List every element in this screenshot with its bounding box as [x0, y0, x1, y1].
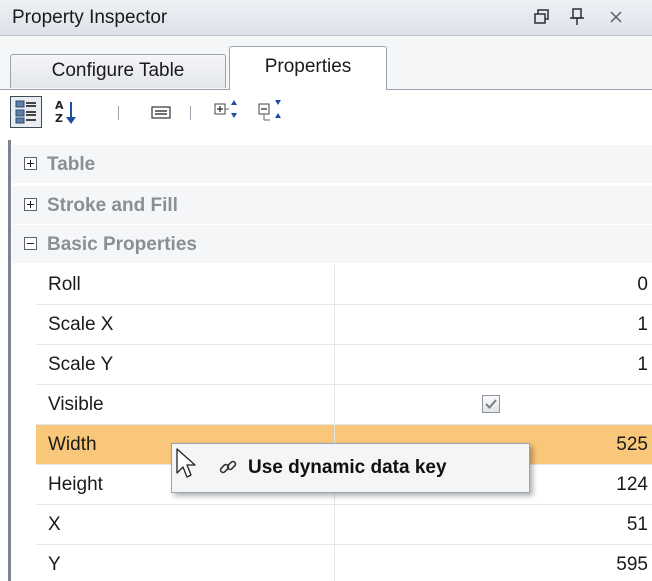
- tab-configure-table[interactable]: Configure Table: [10, 54, 226, 88]
- panel-title: Property Inspector: [12, 7, 168, 28]
- property-row-x[interactable]: X 51: [36, 505, 652, 545]
- column-divider: [334, 505, 335, 545]
- collapse-all-icon[interactable]: [256, 96, 288, 128]
- property-inspector-panel: Property Inspector Configure Table Prope…: [0, 0, 652, 581]
- category-stroke-and-fill[interactable]: Stroke and Fill: [12, 186, 652, 224]
- toolbar: A Z: [0, 90, 652, 134]
- column-divider: [334, 545, 335, 581]
- property-name: X: [48, 514, 61, 535]
- property-row-y[interactable]: Y 595: [36, 545, 652, 581]
- collapse-icon[interactable]: [24, 237, 37, 250]
- property-name: Height: [48, 474, 103, 495]
- mouse-cursor-icon: [175, 447, 199, 483]
- column-divider: [334, 305, 335, 345]
- categorized-view-icon[interactable]: [10, 96, 42, 128]
- pin-icon[interactable]: [564, 4, 590, 30]
- property-row-scale-x[interactable]: Scale X 1: [36, 305, 652, 345]
- column-divider: [334, 265, 335, 305]
- property-value[interactable]: 1: [637, 314, 648, 336]
- property-name: Scale Y: [48, 354, 114, 375]
- property-name: Scale X: [48, 314, 114, 335]
- category-label: Table: [47, 154, 96, 175]
- property-value[interactable]: 595: [616, 554, 648, 576]
- property-row-roll[interactable]: Roll 0: [36, 265, 652, 305]
- toolbar-separator: [190, 106, 191, 120]
- property-value[interactable]: 525: [616, 434, 648, 456]
- category-basic-properties[interactable]: Basic Properties: [12, 225, 652, 263]
- property-value[interactable]: 1: [637, 354, 648, 376]
- property-name: Visible: [48, 394, 104, 415]
- column-divider: [334, 345, 335, 385]
- expand-icon[interactable]: [24, 157, 37, 170]
- property-value[interactable]: 124: [616, 474, 648, 496]
- property-name: Y: [48, 554, 61, 575]
- tab-properties[interactable]: Properties: [229, 46, 387, 90]
- property-name: Width: [48, 434, 97, 455]
- expand-icon[interactable]: [24, 198, 37, 211]
- property-value[interactable]: 0: [637, 274, 648, 296]
- visible-checkbox[interactable]: [482, 395, 500, 413]
- property-value[interactable]: 51: [627, 514, 648, 536]
- context-menu: Use dynamic data key: [171, 443, 530, 493]
- svg-text:A: A: [55, 99, 64, 112]
- use-dynamic-data-key-item[interactable]: Use dynamic data key: [248, 457, 447, 479]
- close-icon[interactable]: [603, 4, 629, 30]
- category-label: Basic Properties: [47, 234, 197, 255]
- restore-icon[interactable]: [528, 4, 554, 30]
- column-divider: [334, 385, 335, 425]
- property-row-visible[interactable]: Visible: [36, 385, 652, 425]
- link-icon: [218, 458, 238, 478]
- category-table[interactable]: Table: [12, 145, 652, 183]
- title-bar: Property Inspector: [0, 0, 652, 36]
- property-name: Roll: [48, 274, 81, 295]
- property-row-scale-y[interactable]: Scale Y 1: [36, 345, 652, 385]
- expand-all-icon[interactable]: [212, 96, 244, 128]
- category-label: Stroke and Fill: [47, 195, 178, 216]
- property-pages-icon[interactable]: [148, 96, 176, 128]
- grid-left-border: [8, 140, 11, 581]
- svg-text:Z: Z: [55, 112, 63, 125]
- toolbar-separator: [118, 106, 119, 120]
- tab-strip: Configure Table Properties: [0, 36, 652, 90]
- sort-alphabetical-icon[interactable]: A Z: [52, 96, 80, 128]
